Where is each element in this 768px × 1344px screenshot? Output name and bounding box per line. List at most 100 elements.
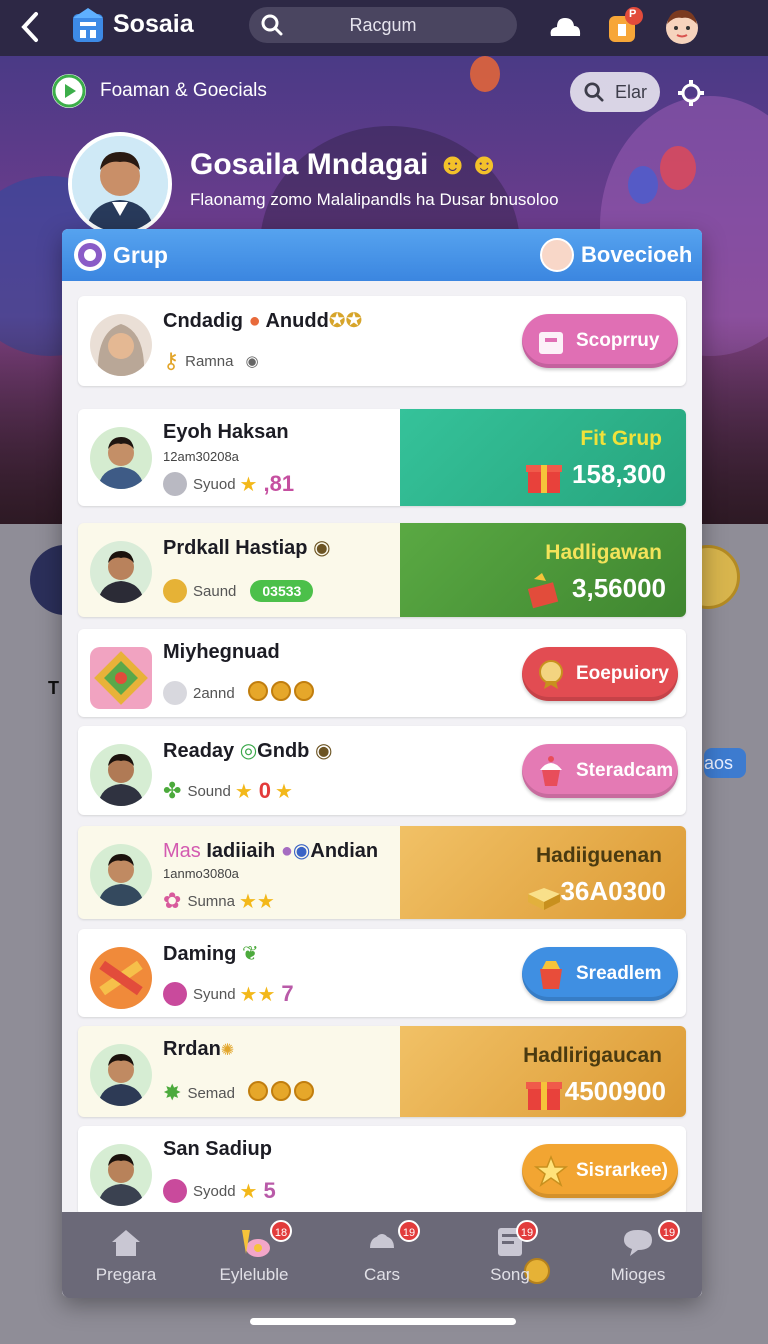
hero-pill-row[interactable]: Foaman & Goecials bbox=[52, 74, 267, 108]
row-name: Eyoh Haksan bbox=[163, 421, 289, 443]
cloud-icon[interactable] bbox=[545, 6, 585, 46]
row-value: 7 bbox=[281, 981, 294, 1006]
prize-title: Fit Grup bbox=[580, 427, 662, 450]
row-subtitle: 1anmo3080a bbox=[163, 866, 239, 881]
box-icon bbox=[539, 332, 563, 354]
sun-icon: ✺ bbox=[220, 1042, 235, 1059]
row-name: Readay ◎Gndb ◉ bbox=[163, 740, 333, 762]
top-app-bar: Sosaia Racgum P bbox=[0, 0, 768, 56]
tab-badge: 19 bbox=[658, 1220, 680, 1242]
row-meta: Saund 03533 bbox=[163, 579, 314, 603]
gift-icon bbox=[526, 1082, 562, 1110]
avatar bbox=[90, 541, 152, 603]
avatar bbox=[90, 1044, 152, 1106]
gear-icon[interactable] bbox=[676, 78, 706, 108]
row-action-button[interactable]: Eoepuiory bbox=[522, 647, 678, 701]
flower-icon: ✿ bbox=[163, 888, 182, 913]
list-item[interactable]: Rrdan✺ ✸ Semad Hadlirigaucan 4500900 bbox=[78, 1026, 686, 1117]
row-meta: Syuod ★ ,81 bbox=[163, 471, 294, 497]
gift-icon bbox=[527, 573, 559, 609]
tab-song[interactable]: 19 Song bbox=[446, 1212, 574, 1298]
profile-avatar[interactable] bbox=[68, 132, 172, 236]
prize-value: 3,56000 bbox=[572, 573, 666, 603]
avatar bbox=[90, 314, 152, 376]
star-badge-icon: ✸ bbox=[163, 1080, 182, 1105]
bucket-icon bbox=[163, 472, 187, 496]
coin-icon: ✪✪ bbox=[328, 310, 363, 332]
prize-value: 4500900 bbox=[564, 1076, 666, 1106]
coin-icon bbox=[245, 681, 314, 705]
app-logo-icon bbox=[70, 6, 106, 44]
list-item[interactable]: Cndadig ● Anudd✪✪ ⚷ Ramna ◉ Scoprruy bbox=[78, 296, 686, 386]
tab-cars[interactable]: 19 Cars bbox=[318, 1212, 446, 1298]
emoji-icon: ☻☻ bbox=[436, 148, 500, 181]
modal-header: Grup Bovecioeh bbox=[62, 229, 702, 281]
tab-badge: 19 bbox=[516, 1220, 538, 1242]
row-action-button[interactable]: Steradcam bbox=[522, 744, 678, 798]
star-icon: ★★ bbox=[238, 890, 275, 913]
row-name: Prdkall Hastiap ◉ bbox=[163, 537, 331, 559]
key-icon: ⚷ bbox=[163, 348, 180, 373]
user-avatar-icon[interactable] bbox=[540, 238, 574, 272]
prize-title: Hadlirigaucan bbox=[523, 1044, 662, 1067]
list-item[interactable]: Miyhegnuad 2annd Eoepuiory bbox=[78, 629, 686, 717]
list-item[interactable]: Readay ◎Gndb ◉ ✤ Sound ★ 0 ★ Steradcam bbox=[78, 726, 686, 815]
list-item[interactable]: Mas Iadiiaih ●◉Andian 1anmo3080a ✿ Sumna… bbox=[78, 826, 686, 919]
row-name: San Sadiup bbox=[163, 1138, 272, 1160]
gem-icon bbox=[163, 982, 187, 1006]
prize-panel[interactable]: Hadiiguenan 36A0300 bbox=[400, 826, 686, 919]
row-action-button[interactable]: Sreadlem bbox=[522, 947, 678, 1001]
group-modal: Grup Bovecioeh Cndadig ● Anudd✪✪ ⚷ Ramna… bbox=[62, 229, 702, 1297]
gift-icon bbox=[242, 1230, 270, 1257]
prize-title: Hadligawan bbox=[545, 541, 662, 564]
back-chevron-icon[interactable] bbox=[16, 10, 46, 42]
notification-bell-icon[interactable]: P bbox=[604, 6, 644, 46]
modal-title: Grup bbox=[113, 242, 168, 268]
row-name: Rrdan✺ bbox=[163, 1038, 235, 1060]
list-item[interactable]: San Sadiup Syodd ★ 5 Sisrarkee) bbox=[78, 1126, 686, 1216]
avatar bbox=[90, 427, 152, 489]
row-meta: ✸ Semad bbox=[163, 1080, 314, 1106]
badge-icon: ◉ bbox=[292, 840, 311, 862]
prize-value: 36A0300 bbox=[560, 876, 666, 906]
prize-panel[interactable]: Hadligawan 3,56000 bbox=[400, 523, 686, 617]
coin-icon: ◉ bbox=[313, 537, 331, 559]
badge-icon: ● bbox=[280, 840, 293, 862]
group-icon bbox=[74, 239, 106, 271]
row-pill: 03533 bbox=[250, 580, 314, 602]
play-icon[interactable] bbox=[52, 74, 86, 108]
row-meta: ✿ Sumna ★★ bbox=[163, 888, 275, 913]
avatar bbox=[90, 744, 152, 806]
tab-badge: 18 bbox=[270, 1220, 292, 1242]
list-item[interactable]: Eyoh Haksan 12am30208a Syuod ★ ,81 Fit G… bbox=[78, 409, 686, 506]
badge-icon: ● bbox=[248, 310, 261, 332]
modal-user-label[interactable]: Bovecioeh bbox=[581, 242, 692, 268]
row-action-button[interactable]: Sisrarkee) bbox=[522, 1144, 678, 1198]
list-item[interactable]: Prdkall Hastiap ◉ Saund 03533 Hadligawan… bbox=[78, 523, 686, 617]
row-name: Daming ❦ bbox=[163, 943, 259, 965]
puzzle-icon: ✤ bbox=[163, 778, 182, 803]
tab-eyleluble[interactable]: 18 Eyleluble bbox=[190, 1212, 318, 1298]
home-indicator[interactable] bbox=[250, 1318, 516, 1325]
prize-panel[interactable]: Fit Grup 158,300 bbox=[400, 409, 686, 506]
coin-icon bbox=[163, 579, 187, 603]
tab-pregara[interactable]: Pregara bbox=[62, 1212, 190, 1298]
hero-search-button[interactable]: Elar bbox=[570, 72, 660, 112]
badge-icon: ◎ bbox=[239, 740, 258, 762]
profile-subtitle: Flaonamg zomo Malalipandls ha Dusar bnus… bbox=[190, 190, 559, 209]
star-icon bbox=[534, 1154, 568, 1187]
prize-title: Hadiiguenan bbox=[535, 844, 662, 867]
cupcake-icon bbox=[540, 756, 562, 786]
prize-panel[interactable]: Hadlirigaucan 4500900 bbox=[400, 1026, 686, 1117]
row-action-button[interactable]: Scoprruy bbox=[522, 314, 678, 368]
bottom-tab-bar: Pregara 18 Eyleluble 19 Cars 19 Song 19 … bbox=[62, 1212, 702, 1298]
row-meta: ✤ Sound ★ 0 ★ bbox=[163, 778, 293, 803]
list-item[interactable]: Daming ❦ Syund ★★ 7 Sreadlem bbox=[78, 929, 686, 1017]
search-bar[interactable]: Racgum bbox=[249, 7, 517, 43]
tab-mioges[interactable]: 19 Mioges bbox=[574, 1212, 702, 1298]
user-avatar-icon[interactable] bbox=[662, 6, 702, 46]
leaf-icon: ❦ bbox=[241, 943, 259, 965]
avatar bbox=[90, 1144, 152, 1206]
gift-icon bbox=[526, 465, 562, 493]
row-value: ,81 bbox=[263, 471, 295, 496]
